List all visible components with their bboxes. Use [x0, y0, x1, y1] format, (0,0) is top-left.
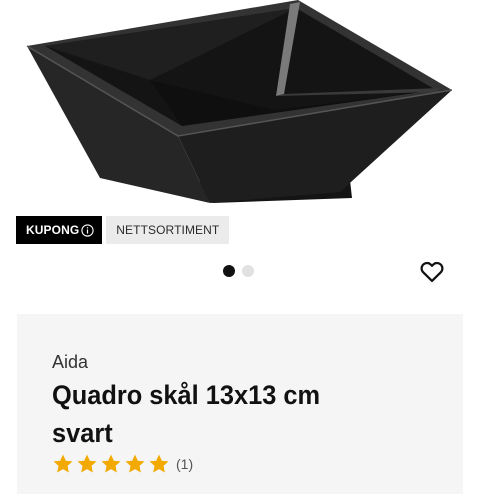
carousel-dot-2[interactable]: [242, 265, 254, 277]
image-carousel-dots: [223, 265, 254, 277]
product-title: Quadro skål 13x13 cm svart: [52, 380, 321, 448]
online-assortment-label: NETTSORTIMENT: [116, 223, 220, 237]
star-icon: [124, 453, 146, 475]
favorite-button[interactable]: [418, 257, 446, 285]
product-info-card: Aida Quadro skål 13x13 cm svart (1): [17, 314, 463, 494]
online-assortment-badge: NETTSORTIMENT: [106, 216, 230, 244]
product-rating[interactable]: (1): [52, 453, 193, 475]
review-count: (1): [176, 456, 194, 472]
product-image[interactable]: [0, 0, 480, 215]
info-icon[interactable]: [81, 223, 94, 237]
carousel-dot-1[interactable]: [223, 265, 235, 277]
star-icon: [100, 453, 122, 475]
product-brand[interactable]: Aida: [52, 352, 88, 373]
star-icon: [76, 453, 98, 475]
rating-stars: [52, 453, 170, 475]
coupon-badge[interactable]: KUPONG: [16, 216, 103, 244]
star-icon: [148, 453, 170, 475]
coupon-badge-label: KUPONG: [26, 223, 80, 237]
heart-icon: [420, 261, 444, 283]
badge-group: KUPONG NETTSORTIMENT: [16, 216, 230, 244]
star-icon: [52, 453, 74, 475]
